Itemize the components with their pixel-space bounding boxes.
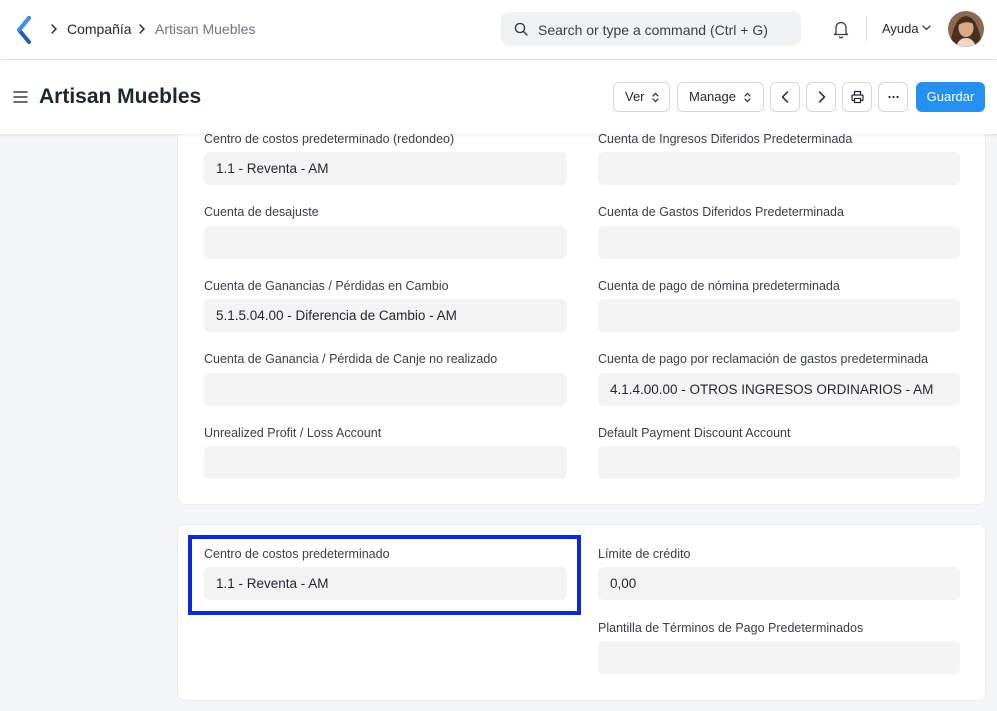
expense-claim-payable-account-input[interactable]: 4.1.4.00.00 - OTROS INGRESOS ORDINARIOS … [598, 373, 960, 406]
field-label: Cuenta de desajuste [204, 205, 319, 219]
field-label: Cuenta de Ganancia / Pérdida de Canje no… [204, 352, 498, 366]
select-arrows-icon [652, 92, 659, 103]
help-menu[interactable]: Ayuda [882, 20, 919, 38]
deferred-revenue-account-input[interactable] [598, 152, 960, 185]
page-title: Artisan Muebles [39, 85, 202, 108]
view-button-label: Ver [625, 89, 645, 104]
field-label: Cuenta de Gastos Diferidos Predeterminad… [598, 205, 844, 219]
select-arrows-icon [744, 92, 751, 103]
breadcrumb-chevron-icon [139, 24, 145, 34]
field-label: Default Payment Discount Account [598, 426, 791, 440]
breadcrumb-chevron-icon [51, 24, 57, 34]
avatar-image [948, 11, 984, 47]
search-placeholder: Search or type a command (Ctrl + G) [538, 22, 768, 38]
payroll-payable-account-input[interactable] [598, 299, 960, 332]
navbar: Compañía Artisan Muebles Search or type … [0, 0, 997, 60]
avatar[interactable] [948, 11, 984, 47]
highlight-box [188, 535, 581, 615]
view-dropdown-button[interactable]: Ver [613, 82, 670, 112]
bell-icon[interactable] [832, 19, 850, 39]
menu-icon[interactable] [13, 90, 28, 104]
payment-terms-template-input[interactable] [598, 641, 960, 674]
unrealized-exchange-account-input[interactable] [204, 373, 567, 406]
deferred-expense-account-input[interactable] [598, 226, 960, 259]
field-label: Límite de crédito [598, 547, 691, 561]
navbar-divider [866, 16, 867, 42]
search-input[interactable]: Search or type a command (Ctrl + G) [501, 12, 801, 46]
manage-button-label: Manage [689, 89, 736, 104]
exchange-gain-loss-account-input[interactable]: 5.1.5.04.00 - Diferencia de Cambio - AM [204, 299, 567, 332]
print-button[interactable] [842, 82, 872, 112]
field-label: Unrealized Profit / Loss Account [204, 426, 382, 440]
page-head: Artisan Muebles Ver Manage Guardar [0, 60, 997, 134]
field-label: Cuenta de Ganancias / Pérdidas en Cambio [204, 279, 449, 293]
ellipsis-icon [888, 95, 899, 99]
chevron-down-icon[interactable] [922, 25, 931, 31]
chevron-right-icon [818, 91, 826, 103]
field-label: Plantilla de Términos de Pago Predetermi… [598, 621, 864, 635]
save-button[interactable]: Guardar [916, 82, 985, 112]
manage-dropdown-button[interactable]: Manage [677, 82, 764, 112]
unrealized-profit-loss-account-input[interactable] [204, 446, 567, 479]
printer-icon [851, 90, 864, 104]
adjustment-account-input[interactable] [204, 226, 567, 259]
payment-discount-account-input[interactable] [598, 446, 960, 479]
more-options-button[interactable] [878, 82, 908, 112]
rounding-cost-center-input[interactable]: 1.1 - Reventa - AM [204, 152, 567, 185]
previous-record-button[interactable] [770, 82, 800, 112]
search-icon [514, 22, 528, 36]
next-record-button[interactable] [806, 82, 836, 112]
credit-limit-input[interactable]: 0,00 [598, 567, 960, 600]
logo-icon[interactable] [14, 16, 34, 44]
field-label: Cuenta de pago de nómina predeterminada [598, 279, 840, 293]
field-label: Cuenta de pago por reclamación de gastos… [598, 352, 929, 366]
breadcrumb-company[interactable]: Compañía [67, 20, 132, 38]
accounts-section: Centro de costos predeterminado (redonde… [177, 110, 986, 505]
chevron-left-icon [781, 91, 789, 103]
breadcrumb-current[interactable]: Artisan Muebles [155, 20, 255, 38]
